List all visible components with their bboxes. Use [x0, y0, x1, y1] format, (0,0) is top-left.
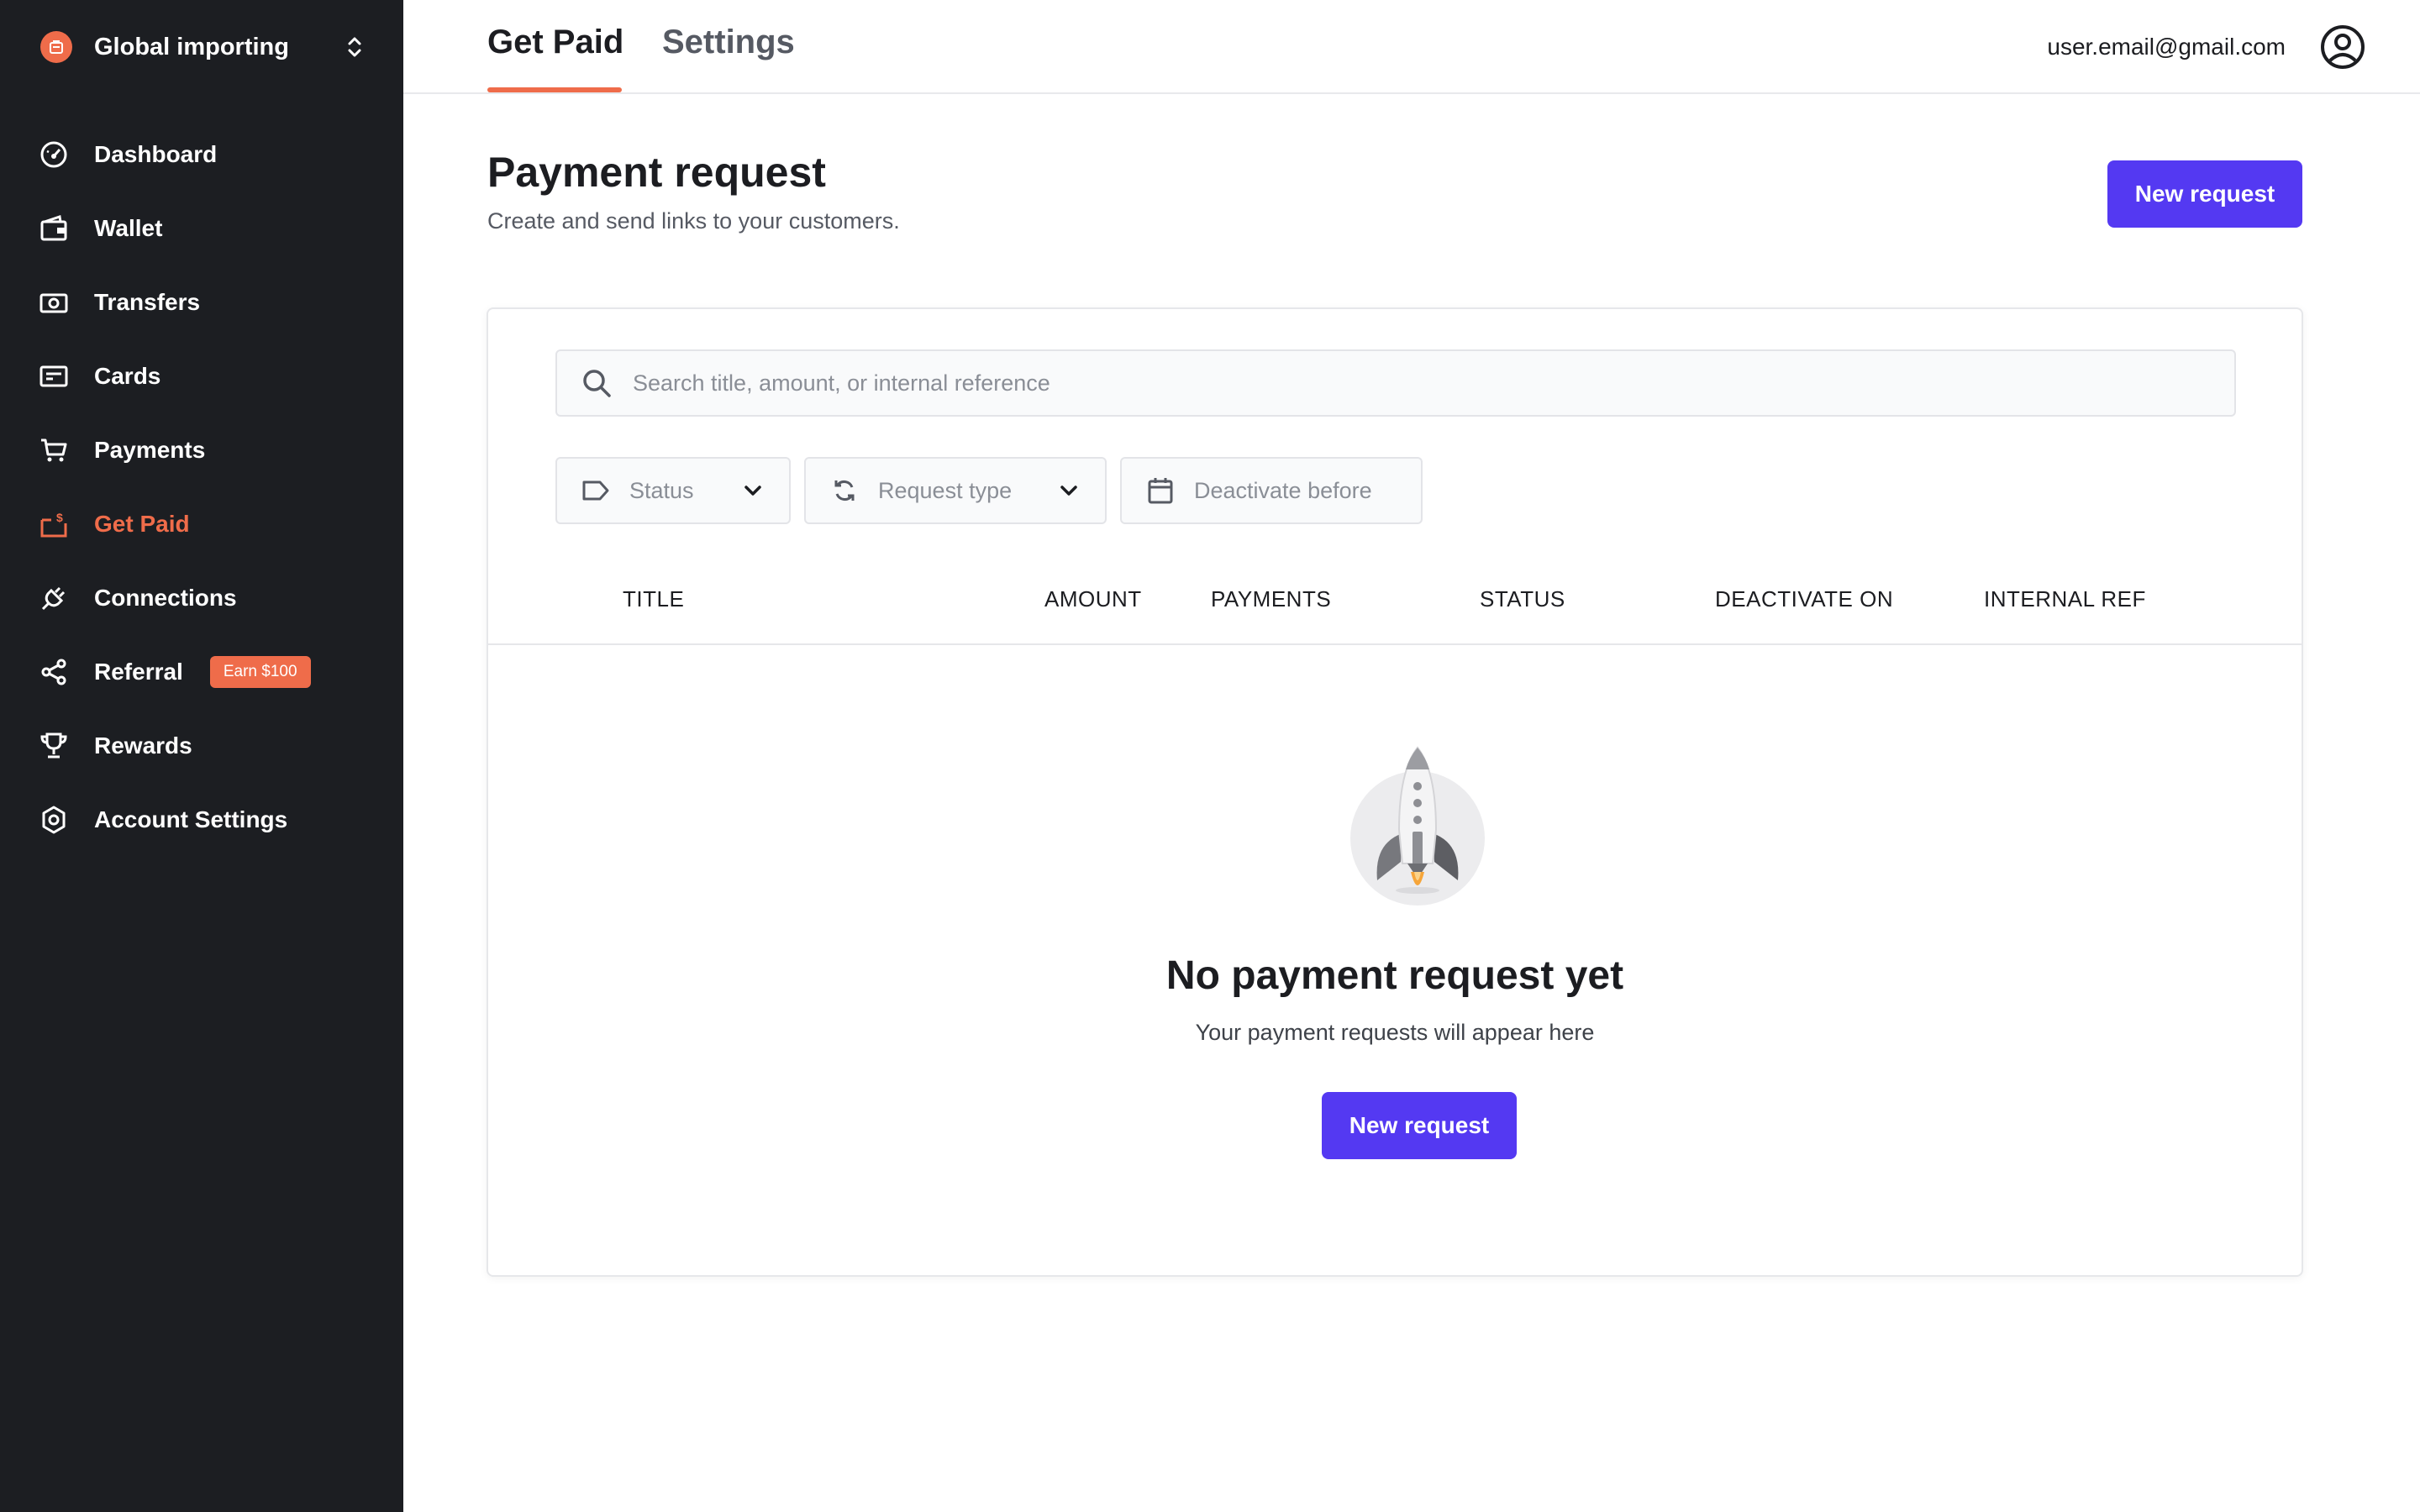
sidebar-item-wallet[interactable]: Wallet — [0, 192, 403, 265]
org-logo-icon — [40, 31, 72, 63]
table-header: TITLE AMOUNT PAYMENTS STATUS DEACTIVATE … — [488, 578, 2302, 645]
sidebar-item-transfers[interactable]: Transfers — [0, 265, 403, 339]
svg-text:$: $ — [56, 511, 63, 524]
sidebar-item-payments[interactable]: Payments — [0, 413, 403, 487]
status-filter[interactable]: Status — [555, 457, 791, 524]
payment-requests-card: Status Request type Deactivate before TI… — [487, 307, 2303, 1277]
empty-state-title: No payment request yet — [1165, 953, 1624, 998]
empty-state-subtitle: Your payment requests will appear here — [1195, 1020, 1595, 1045]
plug-icon — [39, 583, 69, 613]
sidebar-item-referral[interactable]: Referral Earn $100 — [0, 635, 403, 709]
sidebar-item-dashboard[interactable]: Dashboard — [0, 118, 403, 192]
sidebar-item-label: Connections — [94, 585, 237, 611]
rocket-illustration-icon — [1349, 746, 1486, 906]
trophy-icon — [39, 731, 69, 761]
transfers-icon — [39, 287, 69, 318]
status-filter-label: Status — [629, 477, 694, 503]
get-paid-icon: $ — [39, 509, 69, 539]
column-header-status[interactable]: STATUS — [1480, 586, 1565, 612]
sidebar-item-label: Cards — [94, 363, 161, 389]
dashboard-icon — [39, 139, 69, 170]
empty-state-new-request-button[interactable]: New request — [1322, 1092, 1517, 1159]
referral-badge: Earn $100 — [209, 656, 311, 688]
column-header-title[interactable]: TITLE — [623, 586, 684, 612]
sidebar-item-label: Payments — [94, 437, 206, 463]
request-type-filter[interactable]: Request type — [804, 457, 1107, 524]
sidebar-item-label: Rewards — [94, 732, 192, 759]
sidebar-nav: Dashboard Wallet Transfers Cards Payment… — [0, 118, 403, 857]
refresh-icon — [829, 475, 860, 506]
org-name: Global importing — [94, 33, 289, 60]
chevron-up-down-icon — [345, 32, 365, 62]
column-header-amount[interactable]: AMOUNT — [1044, 586, 1142, 612]
sidebar-item-rewards[interactable]: Rewards — [0, 709, 403, 783]
org-switcher[interactable]: Global importing — [40, 29, 365, 66]
sidebar: Global importing Dashboard Wallet Transf… — [0, 0, 403, 1512]
search-icon — [581, 367, 613, 399]
new-request-button[interactable]: New request — [2107, 160, 2302, 228]
sidebar-item-label: Get Paid — [94, 511, 190, 537]
deactivate-before-label: Deactivate before — [1194, 477, 1372, 503]
sidebar-item-connections[interactable]: Connections — [0, 561, 403, 635]
sidebar-item-label: Wallet — [94, 215, 163, 241]
column-header-deactivate-on[interactable]: DEACTIVATE ON — [1715, 586, 1893, 612]
page-title: Payment request — [487, 149, 826, 196]
sidebar-item-cards[interactable]: Cards — [0, 339, 403, 413]
tab-settings[interactable]: Settings — [662, 24, 795, 61]
deactivate-before-filter[interactable]: Deactivate before — [1120, 457, 1423, 524]
search-bar — [555, 349, 2236, 417]
sidebar-item-label: Dashboard — [94, 141, 218, 167]
request-type-filter-label: Request type — [878, 477, 1013, 503]
wallet-icon — [39, 213, 69, 244]
user-avatar-icon[interactable] — [2319, 24, 2366, 71]
cart-icon — [39, 435, 69, 465]
search-input[interactable] — [633, 370, 2234, 396]
user-email: user.email@gmail.com — [2047, 34, 2286, 60]
tag-icon — [581, 475, 611, 506]
tab-get-paid[interactable]: Get Paid — [487, 24, 623, 61]
page-subtitle: Create and send links to your customers. — [487, 208, 900, 234]
sidebar-item-label: Transfers — [94, 289, 201, 315]
card-icon — [39, 361, 69, 391]
gear-icon — [39, 805, 69, 835]
chevron-down-icon — [1056, 478, 1081, 503]
sidebar-item-get-paid[interactable]: $ Get Paid — [0, 487, 403, 561]
sidebar-item-label: Account Settings — [94, 806, 288, 832]
chevron-down-icon — [740, 478, 765, 503]
calendar-icon — [1145, 475, 1176, 506]
sidebar-item-label: Referral — [94, 659, 183, 685]
column-header-payments[interactable]: PAYMENTS — [1211, 586, 1331, 612]
sidebar-item-account-settings[interactable]: Account Settings — [0, 783, 403, 857]
column-header-internal-ref[interactable]: INTERNAL REF — [1984, 586, 2146, 612]
share-icon — [39, 657, 69, 687]
active-tab-indicator — [487, 87, 622, 92]
top-bar: Get Paid Settings user.email@gmail.com — [403, 0, 2420, 94]
